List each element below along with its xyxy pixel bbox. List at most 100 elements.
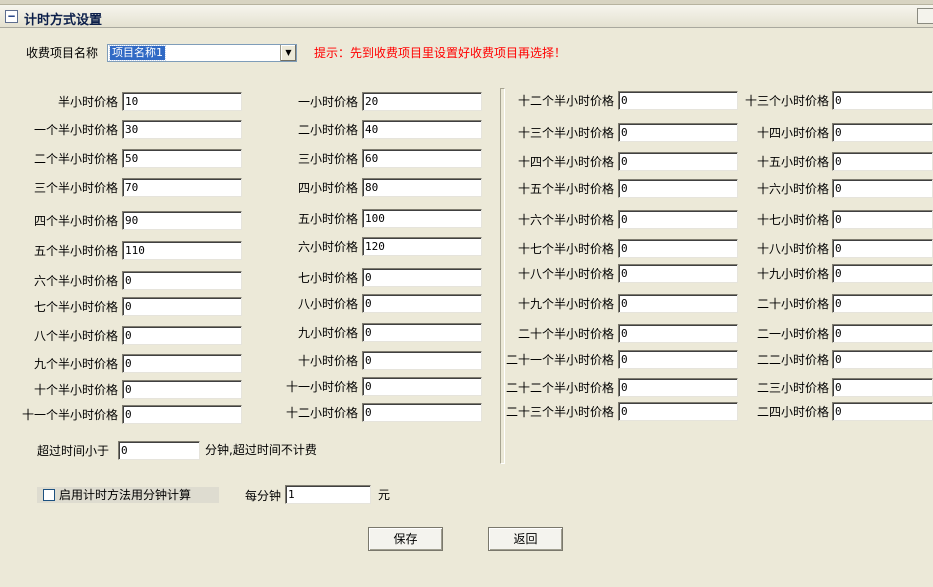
price-label: 十六小时价格 (756, 182, 829, 196)
price-label: 二十二个半小时价格 (505, 381, 614, 395)
per-minute-price-input[interactable]: 1 (285, 485, 371, 504)
price-label: 二十个半小时价格 (517, 327, 614, 341)
save-button[interactable]: 保存 (368, 527, 443, 551)
price-label: 三小时价格 (297, 152, 358, 166)
price-label: 七小时价格 (297, 271, 358, 285)
price-input[interactable]: 0 (832, 239, 933, 258)
price-input[interactable]: 120 (362, 237, 482, 256)
price-input[interactable]: 0 (832, 324, 933, 343)
price-label: 十一个半小时价格 (21, 408, 118, 422)
price-input[interactable]: 110 (122, 241, 242, 260)
price-label: 十五个半小时价格 (517, 182, 614, 196)
price-input[interactable]: 40 (362, 120, 482, 139)
price-input[interactable]: 0 (618, 152, 738, 171)
price-input[interactable]: 30 (122, 120, 242, 139)
price-input[interactable]: 0 (362, 268, 482, 287)
panel-edge-button[interactable] (917, 8, 933, 24)
price-input[interactable]: 0 (122, 297, 242, 316)
price-label: 十四小时价格 (756, 126, 829, 140)
price-label: 十二小时价格 (285, 406, 358, 420)
price-label: 四小时价格 (297, 181, 358, 195)
window-title: 计时方式设置 (24, 13, 103, 28)
price-label: 十七小时价格 (756, 213, 829, 227)
price-input[interactable]: 0 (362, 403, 482, 422)
price-label: 六小时价格 (297, 240, 358, 254)
price-label: 九小时价格 (297, 326, 358, 340)
price-input[interactable]: 0 (618, 378, 738, 397)
price-input[interactable]: 0 (832, 152, 933, 171)
price-input[interactable]: 60 (362, 149, 482, 168)
price-input[interactable]: 0 (832, 210, 933, 229)
price-input[interactable]: 50 (122, 149, 242, 168)
price-input[interactable]: 0 (122, 380, 242, 399)
overtime-minutes-input[interactable]: 0 (118, 441, 200, 460)
minute-mode-option[interactable]: 启用计时方法用分钟计算 (37, 487, 219, 503)
price-label: 十三个小时价格 (744, 94, 829, 108)
item-name-select[interactable]: 项目名称1 ▼ (107, 44, 297, 62)
price-input[interactable]: 80 (362, 178, 482, 197)
price-input[interactable]: 0 (362, 323, 482, 342)
price-input[interactable]: 0 (122, 405, 242, 424)
price-label: 五小时价格 (297, 212, 358, 226)
price-label: 二二小时价格 (756, 353, 829, 367)
price-input[interactable]: 0 (832, 350, 933, 369)
price-input[interactable]: 0 (832, 378, 933, 397)
title-bar: − 计时方式设置 (0, 0, 933, 28)
price-label: 十二个半小时价格 (517, 94, 614, 108)
title-top-strip (0, 0, 933, 5)
back-button[interactable]: 返回 (488, 527, 563, 551)
column-separator (500, 88, 505, 464)
price-input[interactable]: 0 (122, 354, 242, 373)
price-label: 二四小时价格 (756, 405, 829, 419)
price-label: 十五小时价格 (756, 155, 829, 169)
price-label: 八小时价格 (297, 297, 358, 311)
price-label: 六个半小时价格 (33, 274, 118, 288)
price-label: 十九个半小时价格 (517, 297, 614, 311)
price-input[interactable]: 0 (832, 179, 933, 198)
price-input[interactable]: 0 (362, 294, 482, 313)
collapse-icon[interactable]: − (5, 10, 18, 23)
price-label: 十小时价格 (297, 354, 358, 368)
price-input[interactable]: 0 (618, 402, 738, 421)
price-input[interactable]: 0 (618, 324, 738, 343)
price-input[interactable]: 0 (618, 91, 738, 110)
price-label: 八个半小时价格 (33, 329, 118, 343)
price-input[interactable]: 90 (122, 211, 242, 230)
price-label: 二个半小时价格 (33, 152, 118, 166)
price-input[interactable]: 0 (832, 402, 933, 421)
price-input[interactable]: 100 (362, 209, 482, 228)
price-label: 十个半小时价格 (33, 383, 118, 397)
price-input[interactable]: 10 (122, 92, 242, 111)
price-input[interactable]: 0 (618, 123, 738, 142)
price-input[interactable]: 0 (618, 239, 738, 258)
price-input[interactable]: 0 (832, 91, 933, 110)
price-input[interactable]: 0 (362, 377, 482, 396)
price-input[interactable]: 0 (832, 123, 933, 142)
dropdown-arrow-icon[interactable]: ▼ (280, 45, 296, 61)
price-label: 二一小时价格 (756, 327, 829, 341)
price-input[interactable]: 0 (122, 271, 242, 290)
price-input[interactable]: 0 (618, 210, 738, 229)
price-label: 二十一个半小时价格 (505, 353, 614, 367)
item-name-label: 收费项目名称 (26, 46, 99, 60)
hint-text: 提示：先到收费项目里设置好收费项目再选择！ (314, 46, 567, 60)
price-label: 一小时价格 (297, 95, 358, 109)
price-input[interactable]: 0 (618, 264, 738, 283)
price-label: 半小时价格 (57, 95, 118, 109)
price-label: 十八个半小时价格 (517, 267, 614, 281)
minute-mode-checkbox[interactable] (43, 489, 55, 501)
price-input[interactable]: 20 (362, 92, 482, 111)
price-input[interactable]: 70 (122, 178, 242, 197)
currency-unit-label: 元 (378, 488, 391, 502)
price-input[interactable]: 0 (122, 326, 242, 345)
price-input[interactable]: 0 (832, 294, 933, 313)
price-label: 十七个半小时价格 (517, 242, 614, 256)
minute-mode-label[interactable]: 启用计时方法用分钟计算 (59, 488, 191, 502)
price-input[interactable]: 0 (618, 179, 738, 198)
price-input[interactable]: 0 (832, 264, 933, 283)
overtime-suffix-label: 分钟,超过时间不计费 (205, 443, 317, 457)
price-input[interactable]: 0 (362, 351, 482, 370)
price-input[interactable]: 0 (618, 294, 738, 313)
price-input[interactable]: 0 (618, 350, 738, 369)
price-label: 十六个半小时价格 (517, 213, 614, 227)
